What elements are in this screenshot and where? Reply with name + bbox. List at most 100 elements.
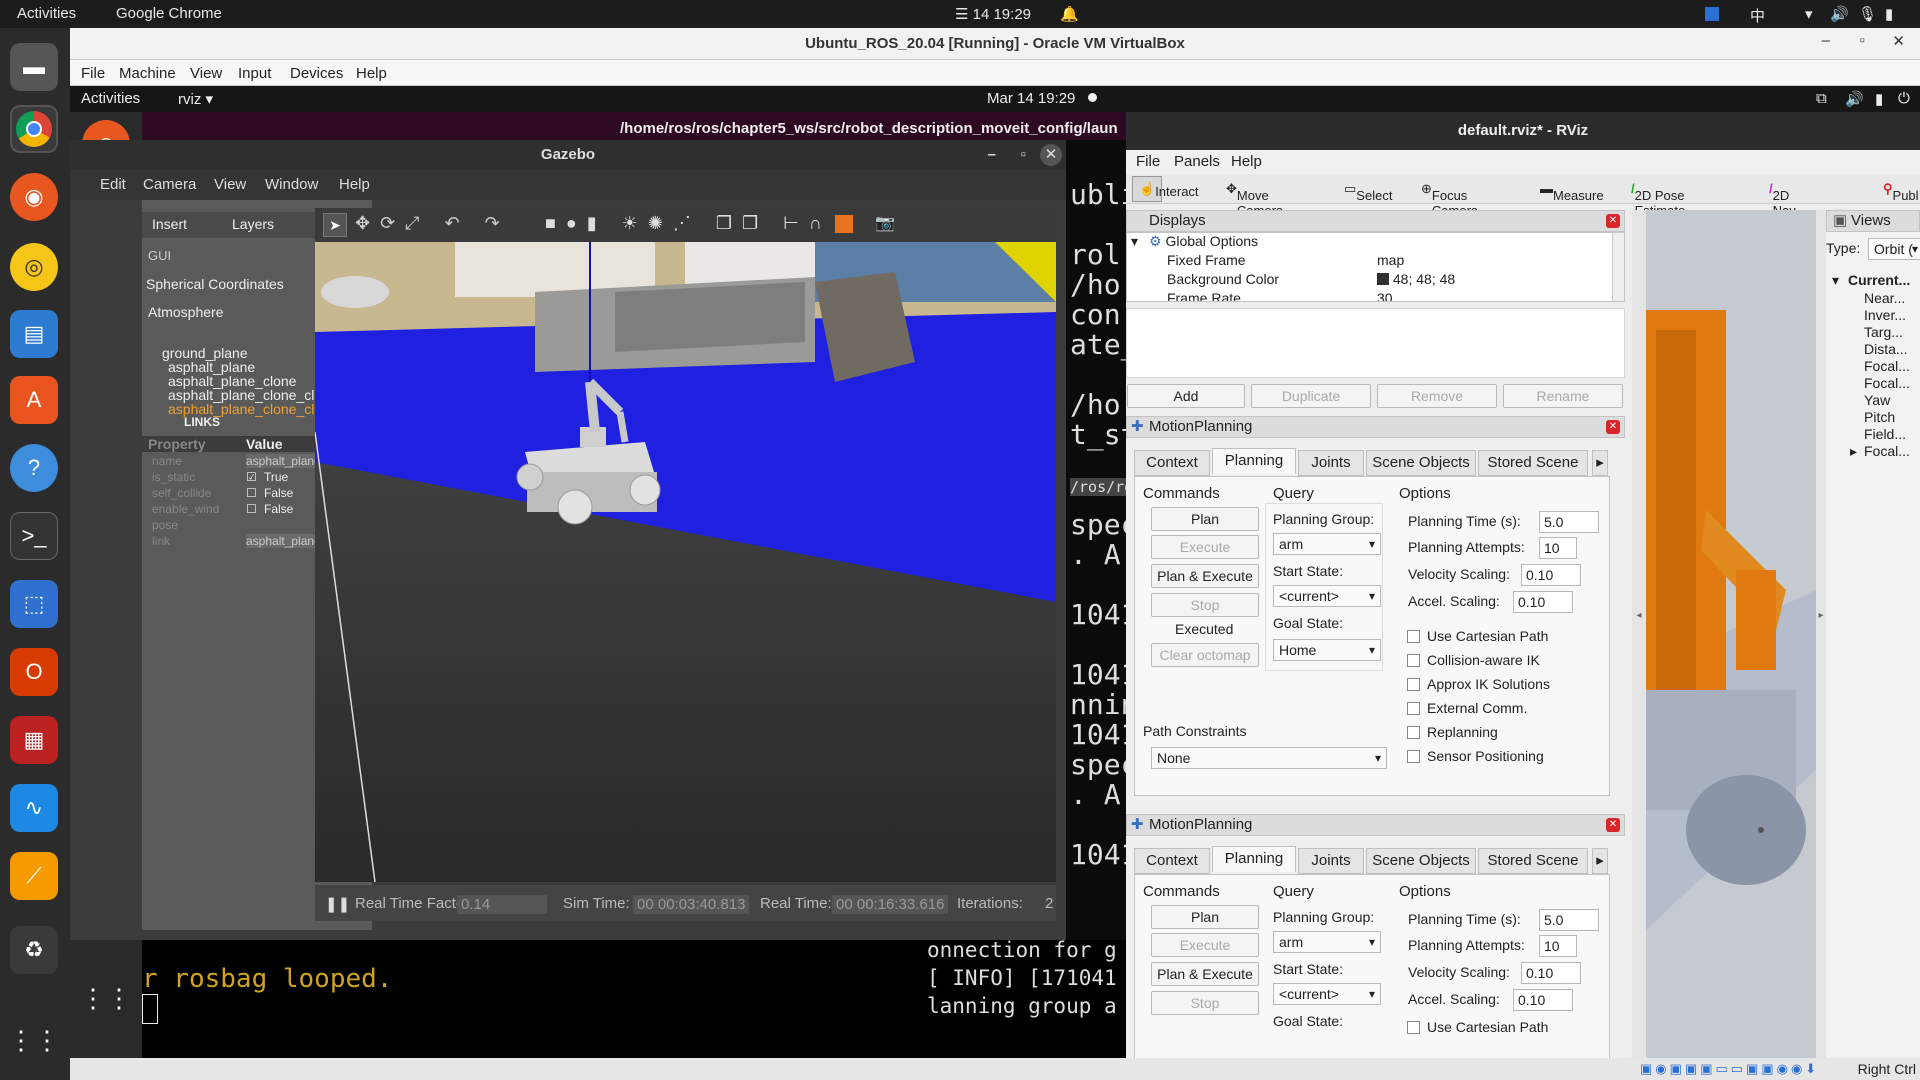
help-icon[interactable]: ? [10,444,58,492]
shape-tools[interactable]: ■●▮ ☀✺⋰ ❐❐ ⊢∩ [545,213,832,234]
add-button[interactable]: Add [1127,384,1245,408]
planning-group-select[interactable]: arm [1273,533,1381,555]
planning-attempts-input[interactable]: 10 [1539,935,1577,957]
tab-context[interactable]: Context [1134,450,1210,476]
view-prop[interactable]: Inver... [1864,307,1906,323]
stop-button[interactable]: Stop [1151,991,1259,1015]
gazebo-menu-help[interactable]: Help [339,176,370,193]
rviz-menu-help[interactable]: Help [1231,153,1262,170]
ime-indicator[interactable]: 中 [1750,5,1765,26]
pause-icon[interactable]: ❚❚ [325,895,350,913]
select-tool-icon[interactable]: ➤ [323,213,347,237]
rviz-menu-file[interactable]: File [1136,153,1160,170]
mic-icon[interactable]: 🎙 [1858,5,1877,23]
guest-clock[interactable]: Mar 14 19:29 [987,90,1075,107]
rhythmbox-icon[interactable]: ◎ [10,243,58,291]
guest-activities-button[interactable]: Activities [81,90,140,107]
plan-execute-button[interactable]: Plan & Execute [1151,564,1259,588]
bell-icon[interactable]: 🔔 [1060,5,1079,23]
battery-icon[interactable]: ▮ [1885,5,1893,23]
tab-stored-scene[interactable]: Stored Scene [1478,450,1588,476]
velocity-scaling-input[interactable]: 0.10 [1521,564,1581,586]
tool-interact[interactable]: ☝ Interact [1132,176,1199,202]
tab-stored-scene[interactable]: Stored Scene [1478,848,1588,874]
view-prop[interactable]: Focal... [1864,358,1910,374]
sensor-positioning-checkbox[interactable] [1407,750,1420,763]
view-type-select[interactable]: Orbit ( [1868,238,1920,260]
snap-icon[interactable] [835,215,853,233]
tab-joints[interactable]: Joints [1298,848,1364,874]
planning-attempts-input[interactable]: 10 [1539,537,1577,559]
close-icon[interactable]: ✕ [1606,214,1620,228]
guest-app-grid-icon[interactable]: ⋮⋮ [80,974,132,1022]
app-grid-icon[interactable]: ⋮⋮ [8,1016,60,1064]
global-options[interactable]: ⚙ Global Options [1149,233,1258,250]
plan-button[interactable]: Plan [1151,507,1259,531]
approx-ik-checkbox[interactable] [1407,678,1420,691]
system-monitor-icon[interactable]: ∿ [10,784,58,832]
tab-scene-objects[interactable]: Scene Objects [1366,848,1476,874]
tree-links[interactable]: LINKS [184,415,220,429]
tab-planning[interactable]: Planning [1212,448,1296,474]
rename-button[interactable]: Rename [1503,384,1623,408]
view-prop[interactable]: Near... [1864,290,1905,306]
gazebo-menu-window[interactable]: Window [265,176,318,193]
accel-scaling-input[interactable]: 0.10 [1513,989,1573,1011]
terminal-icon[interactable]: >_ [10,512,58,560]
tool-2d-nav-goal[interactable]: / 2D Nav Goal [1769,181,1800,233]
planning-time-input[interactable]: 5.0 [1539,511,1599,533]
tool-focus-camera[interactable]: ⊕ Focus Camera [1421,181,1478,218]
transform-tools[interactable]: ✥⟳⤢ ↶ ↷ [355,213,510,234]
tab-scroll-right-icon[interactable]: ▸ [1592,450,1608,476]
view-prop[interactable]: Yaw [1864,392,1890,408]
office-icon[interactable]: O [10,648,58,696]
tree-expander-icon[interactable]: ▾ [1131,233,1138,250]
tool-measure[interactable]: ▬ Measure [1540,181,1604,203]
menu-view[interactable]: View [190,65,222,82]
planning-time-input[interactable]: 5.0 [1539,909,1599,931]
replanning-checkbox[interactable] [1407,726,1420,739]
menu-machine[interactable]: Machine [119,65,176,82]
vm-device-icons[interactable]: ▣◉▣▣▣▭▭▣▣◉◉⬇ [1640,1061,1819,1077]
tab-planning[interactable]: Planning [1212,846,1296,872]
start-state-select[interactable]: <current> [1273,585,1381,607]
virtualbox-app-icon[interactable]: ▦ [10,716,58,764]
keyboard-layout-icon[interactable] [1705,7,1719,21]
volume-icon[interactable]: 🔊 [1830,5,1849,23]
view-prop[interactable]: Focal... [1864,443,1910,459]
screenshot-icon[interactable]: 📷 [875,213,895,233]
gazebo-menu-view[interactable]: View [214,176,246,193]
chrome-icon[interactable] [10,105,58,153]
duplicate-button[interactable]: Duplicate [1251,384,1371,408]
close-button[interactable]: ✕ [1892,32,1905,50]
terminal-right-strip[interactable]: ublirol/hoconate_/hot_st/ros/rosspec. A1… [1066,140,1126,940]
view-prop[interactable]: Targ... [1864,324,1903,340]
guest-volume-icon[interactable]: 🔊 [1845,90,1864,108]
gazebo-maximize-button[interactable]: ▫ [1021,140,1026,170]
menu-devices[interactable]: Devices [290,65,343,82]
minimize-button[interactable]: – [1822,32,1830,49]
frame-rate-value[interactable]: 30 [1377,290,1393,301]
tab-layers[interactable]: Layers [232,216,274,232]
tab-scroll-right-icon[interactable]: ▸ [1592,848,1608,874]
execute-button[interactable]: Execute [1151,535,1259,559]
current-view[interactable]: Current... [1848,272,1910,288]
clock[interactable]: ☰ 14 19:29 [955,5,1031,23]
cartesian-path-checkbox[interactable] [1407,1021,1420,1034]
tab-scene-objects[interactable]: Scene Objects [1366,450,1476,476]
close-icon[interactable]: ✕ [1606,818,1620,832]
execute-button[interactable]: Execute [1151,933,1259,957]
guest-power-icon[interactable]: ⏻ [1898,90,1910,107]
focused-app-label[interactable]: Google Chrome [116,5,222,22]
path-constraints-select[interactable]: None [1151,747,1387,769]
files-icon[interactable]: ▬ [10,43,58,91]
gazebo-menu-camera[interactable]: Camera [143,176,196,193]
screenshot-icon[interactable]: ⬚ [10,580,58,628]
terminal-lower-right[interactable]: onnection for g [ INFO] [171041 lanning … [912,940,1126,1058]
velocity-scaling-input[interactable]: 0.10 [1521,962,1581,984]
fixed-frame-value[interactable]: map [1377,252,1404,268]
gazebo-minimize-button[interactable]: – [988,140,996,170]
rviz-menu-panels[interactable]: Panels [1174,153,1220,170]
tab-context[interactable]: Context [1134,848,1210,874]
maximize-button[interactable]: ▫ [1860,32,1865,49]
